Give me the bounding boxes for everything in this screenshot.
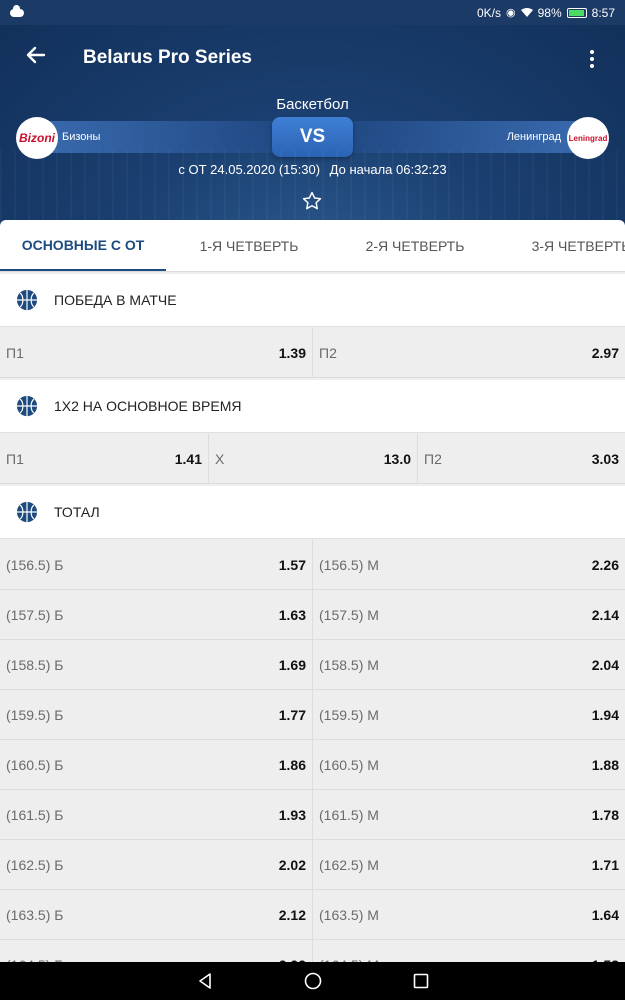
odds-row: (162.5) Б 2.02 (162.5) М 1.71: [0, 840, 625, 890]
period-tabs: ОСНОВНЫЕ С ОТ 1-Я ЧЕТВЕРТЬ 2-Я ЧЕТВЕРТЬ …: [0, 220, 625, 272]
odds-cell[interactable]: (159.5) М 1.94: [312, 690, 625, 740]
cloud-icon: [10, 4, 24, 17]
event-header: Belarus Pro Series Баскетбол Bizoni Бизо…: [0, 25, 625, 230]
odds-row: (159.5) Б 1.77 (159.5) М 1.94: [0, 690, 625, 740]
market-title: ПОБЕДА В МАТЧЕ: [54, 292, 177, 308]
odds-cell[interactable]: (156.5) Б 1.57: [0, 540, 312, 590]
odds-cell[interactable]: (157.5) Б 1.63: [0, 590, 312, 640]
tab-quarter-1[interactable]: 1-Я ЧЕТВЕРТЬ: [166, 220, 332, 271]
odds-cell[interactable]: (160.5) М 1.88: [312, 740, 625, 790]
wifi-icon: [520, 7, 533, 17]
tab-quarter-2[interactable]: 2-Я ЧЕТВЕРТЬ: [332, 220, 498, 271]
home-team-logo: Bizoni: [16, 117, 58, 159]
back-triangle-icon[interactable]: [195, 971, 215, 991]
market-header-win[interactable]: ПОБЕДА В МАТЧЕ: [0, 274, 625, 327]
battery-icon: [566, 7, 587, 18]
clock: 8:57: [591, 5, 615, 20]
odds-cell[interactable]: П1 1.39: [0, 328, 312, 378]
odds-row: П1 1.39 П2 2.97: [0, 328, 625, 378]
network-speed: 0K/s: [476, 5, 501, 20]
odds-cell[interactable]: (158.5) Б 1.69: [0, 640, 312, 690]
odds-row: (157.5) Б 1.63 (157.5) М 2.14: [0, 590, 625, 640]
odds-cell[interactable]: П2 3.03: [417, 434, 625, 484]
location-icon: ◉: [506, 7, 516, 19]
tab-main-with-ot[interactable]: ОСНОВНЫЕ С ОТ: [0, 220, 166, 271]
odds-row: (156.5) Б 1.57 (156.5) М 2.26: [0, 540, 625, 590]
match-countdown: До начала 06:32:23: [329, 162, 447, 177]
odds-cell[interactable]: П2 2.97: [312, 328, 625, 378]
status-bar: 0K/s ◉ 98% 8:57: [0, 0, 625, 25]
match-info: с ОТ 24.05.2020 (15:30) До начала 06:32:…: [0, 162, 625, 177]
odds-cell[interactable]: (162.5) М 1.71: [312, 840, 625, 890]
home-circle-icon[interactable]: [303, 971, 323, 991]
favorite-star-icon[interactable]: [301, 190, 323, 212]
odds-row: (160.5) Б 1.86 (160.5) М 1.88: [0, 740, 625, 790]
odds-cell[interactable]: (163.5) М 1.64: [312, 890, 625, 940]
market-title: 1X2 НА ОСНОВНОЕ ВРЕМЯ: [54, 398, 242, 414]
market-header-1x2[interactable]: 1X2 НА ОСНОВНОЕ ВРЕМЯ: [0, 380, 625, 433]
page-title: Belarus Pro Series: [83, 47, 252, 68]
odds-row: (163.5) Б 2.12 (163.5) М 1.64: [0, 890, 625, 940]
odds-cell[interactable]: (157.5) М 2.14: [312, 590, 625, 640]
odds-row: П1 1.41 X 13.0 П2 3.03: [0, 434, 625, 484]
sport-label: Баскетбол: [276, 96, 349, 113]
more-vertical-icon[interactable]: [582, 45, 602, 73]
odds-cell[interactable]: П1 1.41: [0, 434, 208, 484]
odds-cell[interactable]: (156.5) М 2.26: [312, 540, 625, 590]
basketball-icon: [16, 395, 38, 417]
battery-percent: 98%: [537, 5, 562, 20]
odds-cell[interactable]: X 13.0: [208, 434, 417, 484]
odds-row: (161.5) Б 1.93 (161.5) М 1.78: [0, 790, 625, 840]
market-header-total[interactable]: ТОТАЛ: [0, 486, 625, 539]
away-team-logo: Leningrad: [567, 117, 609, 159]
back-arrow-icon[interactable]: [24, 43, 54, 73]
odds-cell[interactable]: (162.5) Б 2.02: [0, 840, 312, 890]
odds-row: (158.5) Б 1.69 (158.5) М 2.04: [0, 640, 625, 690]
odds-cell[interactable]: (163.5) Б 2.12: [0, 890, 312, 940]
match-start: с ОТ 24.05.2020 (15:30): [178, 162, 321, 177]
odds-cell[interactable]: (161.5) М 1.78: [312, 790, 625, 840]
vs-badge: VS: [272, 117, 353, 157]
status-right: 0K/s ◉ 98% 8:57: [477, 6, 615, 20]
odds-cell[interactable]: (158.5) М 2.04: [312, 640, 625, 690]
system-nav-bar: [0, 962, 625, 1000]
basketball-icon: [16, 289, 38, 311]
odds-cell[interactable]: (159.5) Б 1.77: [0, 690, 312, 740]
recents-square-icon[interactable]: [411, 971, 431, 991]
odds-cell[interactable]: (160.5) Б 1.86: [0, 740, 312, 790]
tab-quarter-3[interactable]: 3-Я ЧЕТВЕРТЬ: [498, 220, 625, 271]
away-team-name: Ленинград: [506, 131, 561, 143]
market-title: ТОТАЛ: [54, 504, 100, 520]
basketball-icon: [16, 501, 38, 523]
odds-cell[interactable]: (161.5) Б 1.93: [0, 790, 312, 840]
home-team-name: Бизоны: [62, 131, 101, 143]
